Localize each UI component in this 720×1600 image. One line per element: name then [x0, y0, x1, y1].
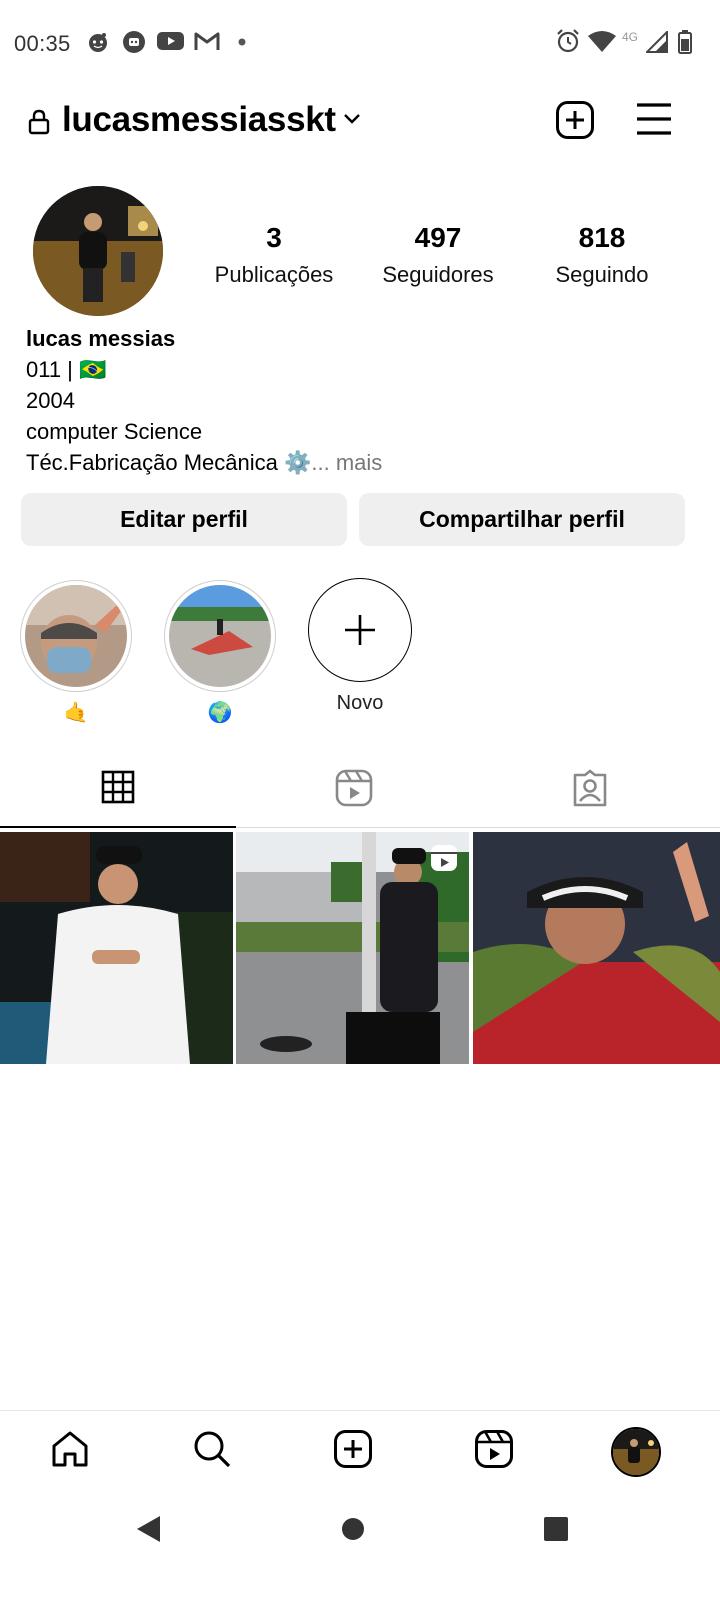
lock-icon — [28, 109, 50, 135]
new-highlight-ring — [308, 578, 412, 682]
profile-header: lucasmessiasskt — [0, 92, 720, 152]
post-thumbnail[interactable] — [0, 832, 233, 1064]
back-icon[interactable] — [134, 1514, 162, 1544]
battery-icon — [678, 30, 692, 54]
new-highlight[interactable]: Novo — [304, 578, 416, 715]
profile-tabs — [0, 748, 720, 828]
home-button-icon[interactable] — [341, 1517, 365, 1541]
following-count: 818 — [578, 222, 626, 253]
wifi-icon — [588, 31, 616, 52]
reels-icon — [335, 769, 373, 807]
highlight-photo — [25, 585, 127, 687]
alarm-icon — [557, 29, 579, 53]
bio-line: 2004 — [26, 388, 75, 413]
brazil-flag-icon: 🇧🇷 — [79, 357, 107, 382]
highlight-cover — [169, 585, 271, 687]
following-label: Seguindo — [555, 262, 649, 287]
chevron-down-icon[interactable] — [342, 112, 362, 126]
discord-icon — [123, 31, 145, 53]
highlight-ring — [20, 580, 132, 692]
home-icon[interactable] — [50, 1429, 90, 1469]
search-icon[interactable] — [192, 1429, 232, 1469]
post-thumbnail[interactable] — [236, 832, 469, 1064]
bottom-nav — [0, 1410, 720, 1492]
story-highlight[interactable]: 🤙 — [20, 580, 132, 725]
profile-avatar[interactable] — [33, 186, 163, 316]
post-photo — [473, 832, 720, 1064]
stat-followers[interactable]: 497 Seguidores — [372, 222, 504, 288]
profile-avatar-thumb — [613, 1429, 659, 1475]
cell-signal-icon — [646, 31, 668, 53]
post-photo — [0, 832, 233, 1064]
notification-dot-icon — [238, 38, 246, 46]
create-icon[interactable] — [333, 1429, 373, 1469]
highlight-caption: 🤙 — [63, 702, 89, 724]
post-thumbnail[interactable] — [473, 832, 720, 1064]
avatar-photo — [33, 186, 163, 316]
posts-label: Publicações — [214, 262, 334, 287]
reddit-icon — [89, 33, 107, 52]
profile-name: lucas messias — [26, 326, 176, 351]
followers-count: 497 — [414, 222, 462, 253]
highlight-caption: 🌍 — [207, 702, 233, 724]
status-bar: 00:35 4G — [0, 0, 720, 86]
bio-line: computer Science — [26, 419, 203, 444]
recents-icon[interactable] — [543, 1516, 569, 1542]
create-post-icon[interactable] — [555, 100, 595, 140]
profile-avatar-tab[interactable] — [611, 1427, 661, 1477]
bio-line: 011 | 🇧🇷 — [26, 354, 382, 385]
tab-tagged[interactable] — [472, 748, 708, 828]
bio-area-code: 011 | — [26, 357, 73, 382]
reels-icon[interactable] — [474, 1429, 514, 1469]
menu-icon[interactable] — [635, 102, 673, 136]
reel-indicator-icon — [431, 845, 457, 871]
username-switcher[interactable]: lucasmessiasskt — [62, 100, 336, 140]
grid-icon — [101, 770, 135, 804]
tab-reels[interactable] — [236, 748, 472, 828]
bio-text: Téc.Fabricação Mecânica ⚙️ — [26, 450, 312, 475]
share-profile-button[interactable]: Compartilhar perfil — [359, 493, 685, 546]
story-highlight[interactable]: 🌍 — [164, 580, 276, 725]
status-time: 00:35 — [14, 31, 71, 56]
new-highlight-label: Novo — [336, 692, 384, 714]
plus-icon — [345, 615, 375, 645]
profile-bio: lucas messias 011 | 🇧🇷 2004 computer Sci… — [26, 323, 382, 478]
edit-profile-button[interactable]: Editar perfil — [21, 493, 347, 546]
tagged-icon — [573, 769, 607, 807]
posts-count: 3 — [266, 222, 282, 253]
highlight-cover — [25, 585, 127, 687]
gmail-icon — [194, 32, 220, 50]
youtube-icon — [157, 32, 184, 50]
stat-following[interactable]: 818 Seguindo — [536, 222, 668, 288]
highlight-photo — [169, 585, 271, 687]
tab-grid[interactable] — [0, 748, 236, 828]
system-nav-bar — [0, 1492, 720, 1600]
highlight-ring — [164, 580, 276, 692]
bio-more-link[interactable]: ... mais — [311, 450, 382, 475]
network-type: 4G — [622, 30, 639, 44]
stat-posts[interactable]: 3 Publicações — [208, 222, 340, 288]
bio-line: Téc.Fabricação Mecânica ⚙️... mais — [26, 447, 382, 478]
followers-label: Seguidores — [382, 262, 494, 287]
